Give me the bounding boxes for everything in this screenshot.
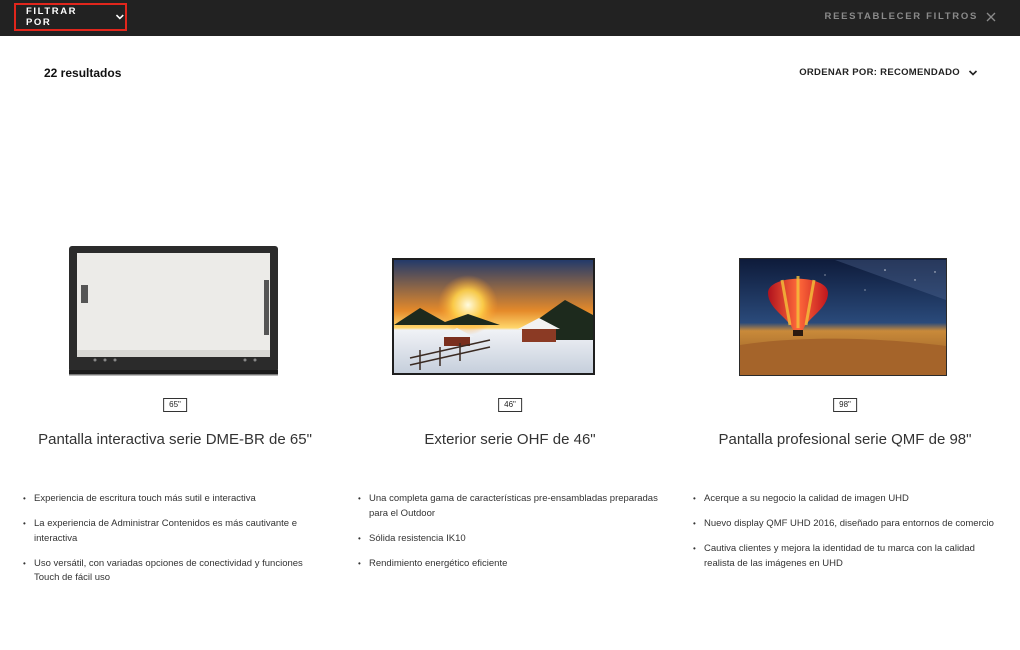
chevron-down-icon [968, 69, 978, 76]
results-count: 22 resultados [44, 66, 122, 80]
filter-by-button[interactable]: FILTRAR POR [14, 3, 127, 31]
feature-item: Cautiva clientes y mejora la identidad d… [693, 542, 998, 571]
feature-list: Una completa gama de características pre… [358, 492, 663, 582]
product-image-professional-display[interactable] [685, 230, 1005, 390]
feature-item: Experiencia de escritura touch más sutil… [23, 492, 328, 507]
product-card: 65" Pantalla interactiva serie DME-BR de… [15, 230, 335, 630]
feature-item: Nuevo display QMF UHD 2016, diseñado par… [693, 517, 998, 532]
feature-item: Sólida resistencia IK10 [358, 532, 663, 547]
filter-bar: FILTRAR POR REESTABLECER FILTROS [0, 0, 1020, 36]
size-badge: 65" [163, 398, 187, 412]
feature-list: Experiencia de escritura touch más sutil… [23, 492, 328, 596]
reset-filters-label: REESTABLECER FILTROS [824, 11, 978, 22]
reset-filters-button[interactable]: REESTABLECER FILTROS [825, 11, 996, 22]
chevron-down-icon [116, 14, 125, 20]
feature-item: Una completa gama de características pre… [358, 492, 663, 521]
product-title[interactable]: Pantalla interactiva serie DME-BR de 65" [15, 431, 335, 448]
feature-item: Acerque a su negocio la calidad de image… [693, 492, 998, 507]
product-title[interactable]: Exterior serie OHF de 46" [350, 431, 670, 448]
filter-by-label: FILTRAR POR [26, 6, 78, 28]
product-card: 98" Pantalla profesional serie QMF de 98… [685, 230, 1005, 630]
close-icon [986, 12, 996, 21]
feature-item: Rendimiento energético eficiente [358, 557, 663, 572]
feature-item: Uso versátil, con variadas opciones de c… [23, 557, 328, 586]
product-image-outdoor-display[interactable] [350, 230, 670, 390]
feature-item: La experiencia de Administrar Contenidos… [23, 517, 328, 546]
sort-dropdown[interactable]: ORDENAR POR: RECOMENDADO [799, 67, 978, 78]
product-title[interactable]: Pantalla profesional serie QMF de 98" [685, 431, 1005, 448]
product-card: 46" Exterior serie OHF de 46" Una comple… [350, 230, 670, 630]
sort-label: ORDENAR POR: RECOMENDADO [799, 67, 960, 78]
feature-list: Acerque a su negocio la calidad de image… [693, 492, 998, 582]
size-badge: 46" [498, 398, 522, 412]
product-image-interactive-display[interactable] [15, 230, 335, 390]
size-badge: 98" [833, 398, 857, 412]
